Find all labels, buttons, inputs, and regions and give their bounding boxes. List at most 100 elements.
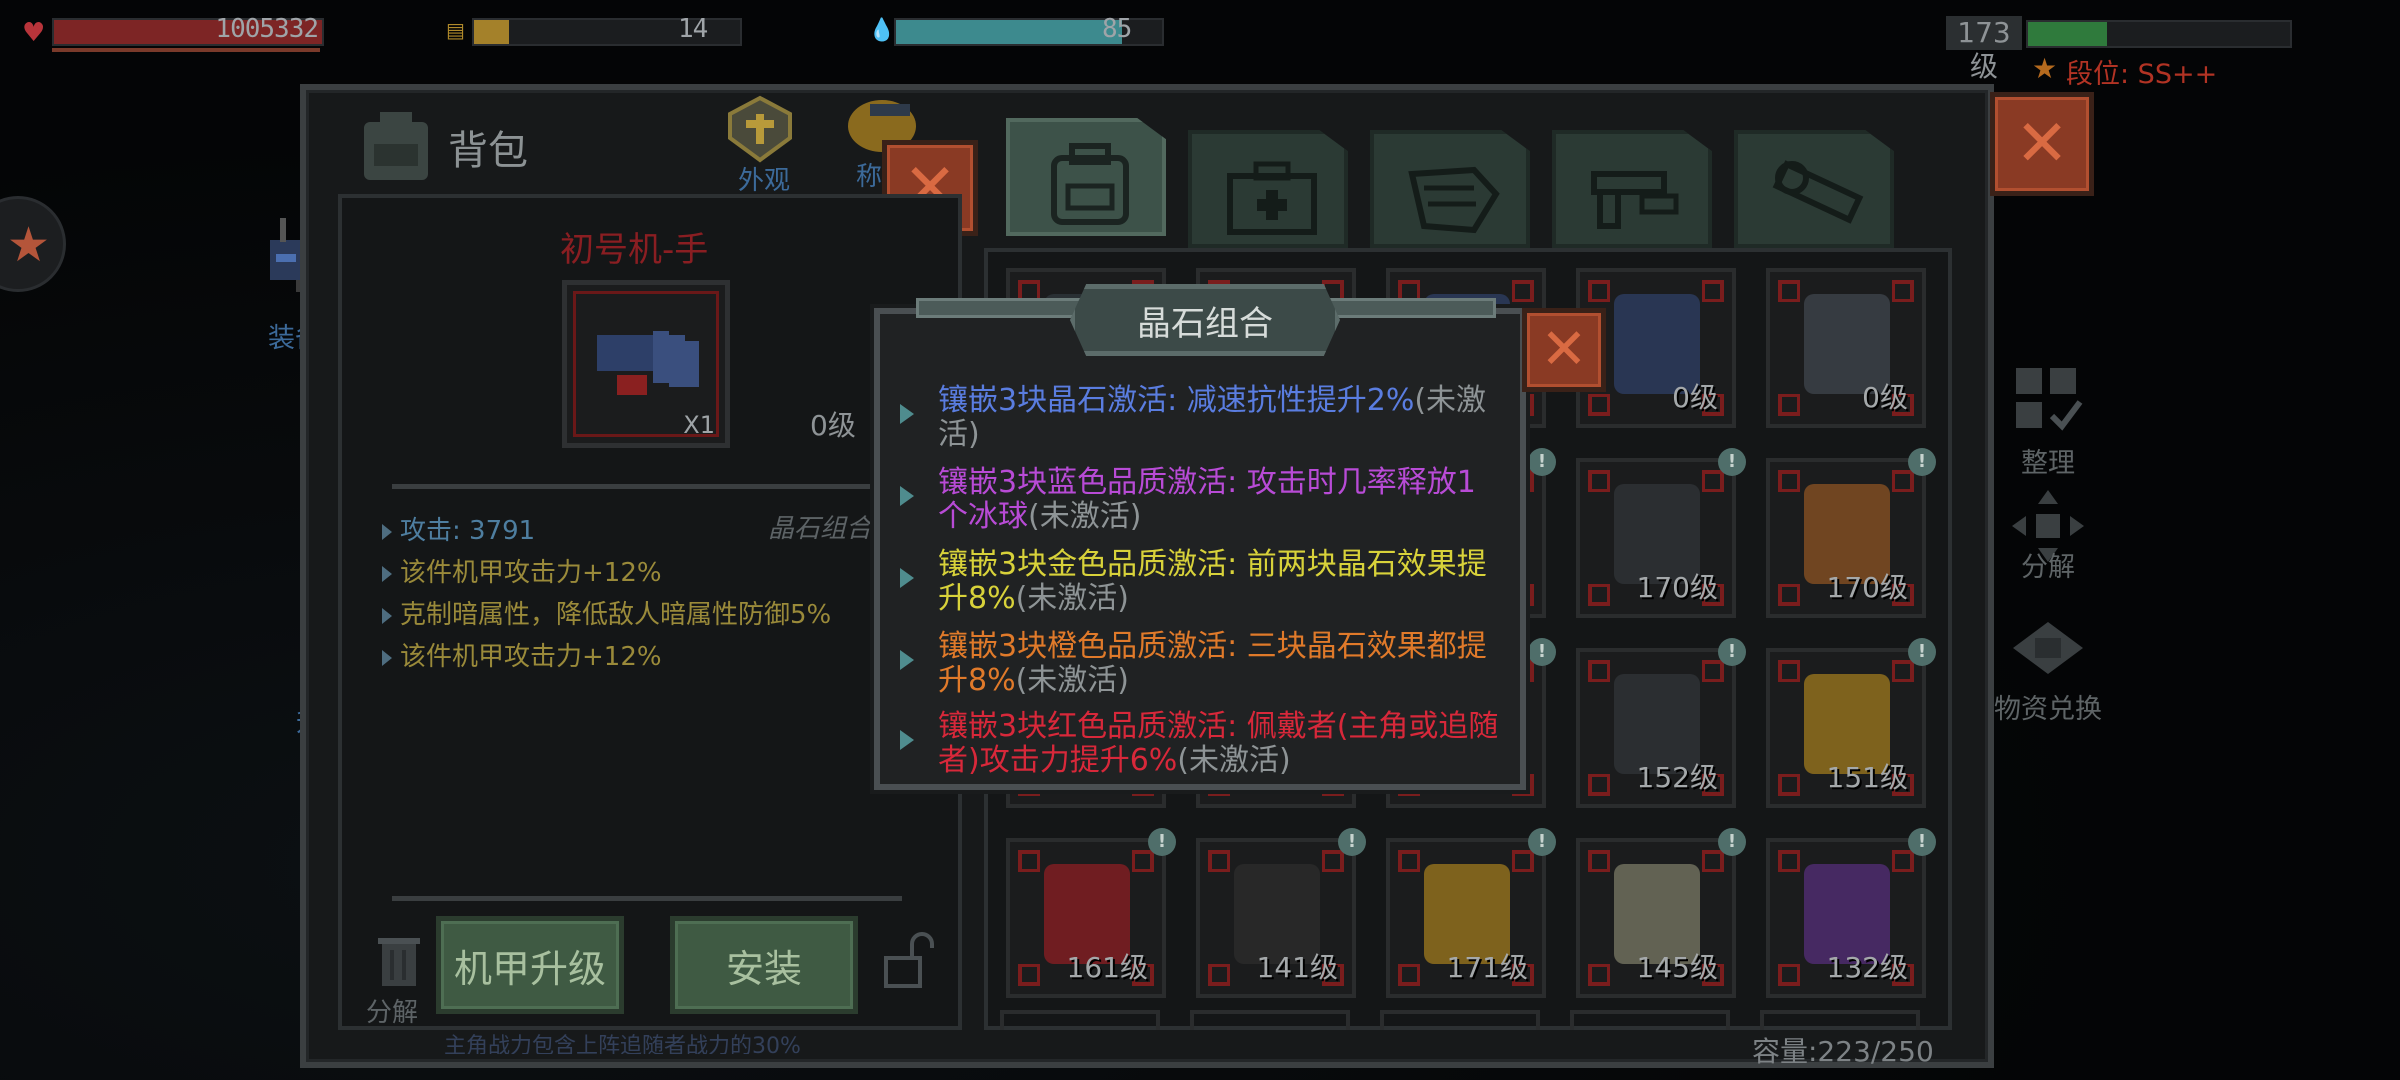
close-window-button[interactable]: ✕ [1990, 92, 2094, 196]
inventory-slot[interactable]: ! 152级 [1576, 638, 1746, 808]
feather-icon [1408, 166, 1500, 234]
bullet-icon [382, 523, 392, 540]
slot-corner [1702, 470, 1724, 492]
slot-corner [1892, 470, 1914, 492]
inventory-slot[interactable]: ! 171级 [1386, 828, 1556, 998]
lock-toggle-button[interactable] [880, 930, 940, 994]
exchange-label: 物资兑换 [1994, 694, 2102, 725]
slot-corner [1588, 850, 1610, 872]
bullet-icon [900, 404, 914, 424]
item-count: X1 [683, 411, 715, 439]
decompose-button[interactable]: 分解 [2008, 486, 2088, 584]
game-screen: ♥ 1005332 ▤ 14 💧 85 173级 ★ 段位: SS++ ★ 装备… [0, 0, 2400, 1080]
slot-corner [1398, 850, 1420, 872]
inventory-slot[interactable]: ! 141级 [1196, 828, 1366, 998]
slot-corner [1778, 584, 1800, 606]
exchange-icon [2013, 622, 2083, 674]
combo-line-1-text: 镶嵌3块晶石激活: 减速抗性提升2% [938, 383, 1415, 418]
tab-medical[interactable] [1188, 130, 1348, 248]
inventory-slot[interactable]: ! 145级 [1576, 828, 1746, 998]
footer-note: 主角战力包含上阵追随者战力的30% [444, 1034, 801, 1054]
slot-corner [1588, 660, 1610, 682]
bullet-icon [382, 649, 392, 666]
slot-level: 171级 [1446, 951, 1528, 984]
gauntlet-icon [597, 331, 699, 395]
close-popup-button[interactable]: ✕ [1522, 308, 1606, 392]
energy-value: 14 [678, 14, 708, 44]
combo-line-5-status: (未激活) [1177, 743, 1291, 778]
tab-material[interactable] [1370, 130, 1530, 248]
info-badge-icon: ! [1338, 828, 1366, 856]
rank-label: 段位: SS++ [2066, 59, 2218, 90]
slot-corner [1778, 394, 1800, 416]
tab-weapon[interactable] [1552, 130, 1712, 248]
close-icon: ✕ [1540, 317, 1588, 382]
backpack-title: 背包 [448, 128, 528, 174]
stat-line-2-text: 该件机甲攻击力+12% [400, 558, 662, 588]
stat-attack: 攻击: 3791 [382, 510, 535, 547]
inventory-slot[interactable]: ! 170级 [1576, 448, 1746, 618]
slot-corner [1398, 964, 1420, 986]
install-button[interactable]: 安装 [670, 916, 858, 1014]
crystal-combo-link[interactable]: 晶石组合 [768, 508, 880, 545]
slot-level: 170级 [1636, 571, 1718, 604]
popup-title: 晶石组合 [1070, 284, 1340, 356]
item-icon-slot[interactable]: X1 [562, 280, 730, 448]
partial-slot [1190, 1010, 1350, 1030]
inventory-slot[interactable]: ! 170级 [1766, 448, 1936, 618]
water-value: 85 [1102, 14, 1132, 44]
stat-line-4-text: 该件机甲攻击力+12% [400, 642, 662, 672]
slot-corner [1512, 280, 1534, 302]
slot-level: 151级 [1826, 761, 1908, 794]
backpack-icon [1051, 143, 1129, 225]
unlock-icon [884, 932, 934, 988]
capacity-label: 容量:223/250 [1752, 1035, 1934, 1068]
info-badge-icon: ! [1908, 448, 1936, 476]
energy-bar-fill [474, 20, 509, 44]
discard-button[interactable]: 分解 [366, 934, 430, 1028]
bullet-icon [382, 607, 392, 624]
slot-corner [1778, 470, 1800, 492]
inventory-slot[interactable]: ! 161级 [1006, 828, 1176, 998]
partial-slot [1760, 1010, 1920, 1030]
wrench-icon [1772, 160, 1864, 224]
combo-line-3-status: (未激活) [1015, 581, 1130, 616]
stat-line-3: 克制暗属性，降低敌人暗属性防御5% [382, 594, 942, 631]
backpack-header-icon [356, 106, 436, 190]
inventory-slot[interactable]: 0级 [1766, 268, 1926, 428]
inventory-slot[interactable]: ! 132级 [1766, 828, 1936, 998]
slot-corner [1588, 394, 1610, 416]
sort-button[interactable]: 整理 [2012, 364, 2084, 480]
water-bar-fill [896, 20, 1123, 44]
partial-slot [1000, 1010, 1160, 1030]
slot-corner [1892, 850, 1914, 872]
slot-corner [1588, 964, 1610, 986]
appearance-button[interactable]: 外观 [720, 94, 806, 196]
sort-label: 整理 [2021, 448, 2075, 479]
bullet-icon [900, 486, 914, 506]
mech-upgrade-button[interactable]: 机甲升级 [436, 916, 624, 1014]
trash-icon [378, 938, 420, 986]
bullet-icon [900, 650, 914, 670]
slot-corner [1702, 280, 1724, 302]
stat-line-2: 该件机甲攻击力+12% [382, 552, 662, 589]
tab-backpack[interactable] [1006, 118, 1166, 236]
heart-icon: ♥ [22, 18, 46, 48]
avatar-button[interactable]: ★ [0, 196, 66, 292]
emblem-icon [728, 95, 792, 163]
inventory-slot[interactable]: ! 151级 [1766, 638, 1936, 808]
medkit-icon [1227, 161, 1317, 235]
slot-corner [1588, 470, 1610, 492]
item-level: 0级 [810, 409, 856, 442]
slot-corner [1588, 584, 1610, 606]
hp-value: 1005332 [215, 14, 319, 44]
tab-tools[interactable] [1734, 130, 1894, 248]
exchange-button[interactable]: 物资兑换 [1986, 618, 2110, 726]
combo-line-1: 镶嵌3块晶石激活: 减速抗性提升2%(未激活) [900, 383, 1502, 452]
slot-level: 0级 [1862, 381, 1908, 414]
slot-corner [1322, 850, 1344, 872]
slot-corner [1892, 280, 1914, 302]
slot-corner [1778, 964, 1800, 986]
bullet-icon [900, 730, 914, 750]
stat-line-4: 该件机甲攻击力+12% [382, 636, 662, 673]
